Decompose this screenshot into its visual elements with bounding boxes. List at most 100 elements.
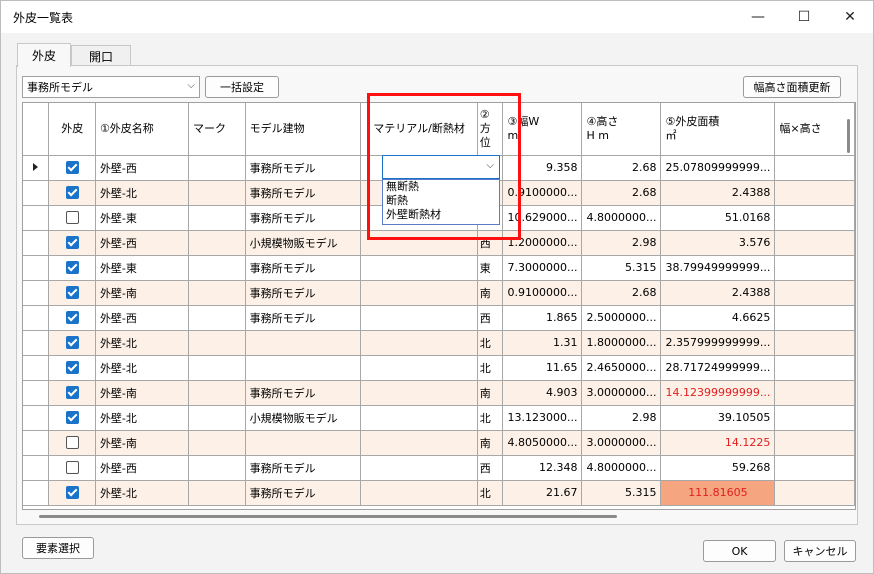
gaihi-checkbox[interactable] [65, 286, 79, 300]
row-header[interactable] [23, 455, 50, 481]
cell-direction[interactable]: 南 [477, 280, 504, 306]
table-row[interactable]: 外壁-西 事務所モデル 西 12.348 4.8000000... 59.268 [23, 455, 855, 481]
cell-width[interactable]: 1.865 [502, 305, 583, 331]
cell-wxh[interactable] [774, 405, 855, 431]
cell-direction[interactable]: 西 [477, 455, 504, 481]
cell-width[interactable]: 1.31 [502, 330, 583, 356]
cell-wxh[interactable] [774, 280, 855, 306]
bulk-setting-button[interactable]: 一括設定 [205, 76, 279, 98]
col-header-mark[interactable]: マーク [188, 103, 246, 156]
gaihi-checkbox[interactable] [65, 436, 79, 450]
cell-model[interactable]: 事務所モデル [245, 455, 362, 481]
cell-material[interactable] [360, 455, 478, 481]
cell-mark[interactable] [188, 155, 246, 181]
cell-direction[interactable]: 西 [477, 230, 504, 256]
gaihi-checkbox-cell[interactable] [48, 155, 96, 181]
table-row[interactable]: 外壁-北 小規模物販モデル 北 13.123000... 2.98 39.10505 [23, 405, 855, 431]
cell-model[interactable]: 事務所モデル [245, 480, 362, 506]
cell-model[interactable]: 事務所モデル [245, 305, 362, 331]
cell-width[interactable]: 9.358 [502, 155, 583, 181]
cell-mark[interactable] [188, 430, 246, 456]
gaihi-checkbox[interactable] [65, 386, 79, 400]
gaihi-checkbox-cell[interactable] [48, 355, 96, 381]
cell-width[interactable]: 7.3000000... [502, 255, 583, 281]
maximize-button[interactable]: ☐ [781, 1, 827, 33]
cell-name[interactable]: 外壁-南 [95, 280, 190, 306]
gaihi-checkbox[interactable] [65, 186, 79, 200]
cell-material[interactable] [360, 355, 478, 381]
gaihi-checkbox-cell[interactable] [48, 405, 96, 431]
cancel-button[interactable]: キャンセル [784, 540, 856, 562]
horizontal-scrollbar[interactable] [23, 513, 856, 521]
gaihi-checkbox[interactable] [65, 411, 79, 425]
table-row[interactable]: 外壁-北 北 11.65 2.4650000... 28.71724999999... [23, 355, 855, 381]
cell-height[interactable]: 5.315 [581, 480, 662, 506]
gaihi-checkbox[interactable] [65, 161, 79, 175]
row-header[interactable] [23, 255, 50, 281]
cell-model[interactable]: 事務所モデル [245, 380, 362, 406]
row-header[interactable] [23, 480, 50, 506]
gaihi-checkbox-cell[interactable] [48, 430, 96, 456]
cell-width[interactable]: 13.123000... [502, 405, 583, 431]
cell-height[interactable]: 3.0000000... [581, 430, 662, 456]
cell-wxh[interactable] [774, 380, 855, 406]
gaihi-checkbox[interactable] [65, 211, 79, 225]
row-header[interactable] [23, 330, 50, 356]
col-header-name[interactable]: ①外皮名称 [95, 103, 190, 156]
gaihi-checkbox-cell[interactable] [48, 480, 96, 506]
col-header-material[interactable]: マテリアル/断熱材 [360, 103, 478, 156]
gaihi-checkbox[interactable] [65, 311, 79, 325]
cell-height[interactable]: 2.68 [581, 155, 662, 181]
cell-name[interactable]: 外壁-北 [95, 480, 190, 506]
cell-area[interactable]: 2.4388 [660, 280, 776, 306]
gaihi-checkbox-cell[interactable] [48, 330, 96, 356]
cell-mark[interactable] [188, 205, 246, 231]
cell-width[interactable]: 11.65 [502, 355, 583, 381]
cell-mark[interactable] [188, 355, 246, 381]
cell-area[interactable]: 2.357999999999... [660, 330, 776, 356]
gaihi-checkbox-cell[interactable] [48, 380, 96, 406]
cell-direction[interactable]: 北 [477, 405, 504, 431]
row-header[interactable] [23, 155, 50, 181]
row-header[interactable] [23, 355, 50, 381]
material-dropdown[interactable]: ⌵ [382, 155, 500, 179]
cell-direction[interactable]: 北 [477, 355, 504, 381]
col-header-height[interactable]: ④高さ H m [581, 103, 662, 156]
cell-height[interactable]: 2.5000000... [581, 305, 662, 331]
cell-name[interactable]: 外壁-北 [95, 355, 190, 381]
cell-mark[interactable] [188, 455, 246, 481]
cell-height[interactable]: 2.98 [581, 230, 662, 256]
cell-model[interactable] [245, 355, 362, 381]
cell-height[interactable]: 2.68 [581, 280, 662, 306]
minimize-button[interactable]: — [735, 1, 781, 33]
row-header[interactable] [23, 205, 50, 231]
cell-direction[interactable]: 北 [477, 480, 504, 506]
cell-direction[interactable]: 北 [477, 330, 504, 356]
cell-model[interactable]: 小規模物販モデル [245, 405, 362, 431]
cell-area[interactable]: 38.79949999999... [660, 255, 776, 281]
cell-area[interactable]: 14.12399999999... [660, 380, 776, 406]
cell-area[interactable]: 25.07809999999... [660, 155, 776, 181]
gaihi-checkbox-cell[interactable] [48, 205, 96, 231]
gaihi-checkbox[interactable] [65, 261, 79, 275]
cell-height[interactable]: 2.4650000... [581, 355, 662, 381]
cell-area[interactable]: 14.1225 [660, 430, 776, 456]
cell-wxh[interactable] [774, 430, 855, 456]
table-row[interactable]: 外壁-北 事務所モデル 北 21.67 5.315 111.81605 [23, 480, 855, 506]
gaihi-checkbox[interactable] [65, 486, 79, 500]
gaihi-checkbox-cell[interactable] [48, 230, 96, 256]
row-header[interactable] [23, 405, 50, 431]
gaihi-checkbox[interactable] [65, 336, 79, 350]
cell-model[interactable]: 事務所モデル [245, 255, 362, 281]
cell-height[interactable]: 1.8000000... [581, 330, 662, 356]
gaihi-checkbox-cell[interactable] [48, 255, 96, 281]
cell-height[interactable]: 3.0000000... [581, 380, 662, 406]
cell-area[interactable]: 28.71724999999... [660, 355, 776, 381]
table-row[interactable]: 外壁-西 事務所モデル 西 1.865 2.5000000... 4.6625 [23, 305, 855, 331]
col-header-gaihi[interactable]: 外皮 [48, 103, 96, 156]
cell-area[interactable]: 59.268 [660, 455, 776, 481]
cell-wxh[interactable] [774, 455, 855, 481]
cell-wxh[interactable] [774, 230, 855, 256]
cell-material[interactable] [360, 280, 478, 306]
cell-width[interactable]: 21.67 [502, 480, 583, 506]
